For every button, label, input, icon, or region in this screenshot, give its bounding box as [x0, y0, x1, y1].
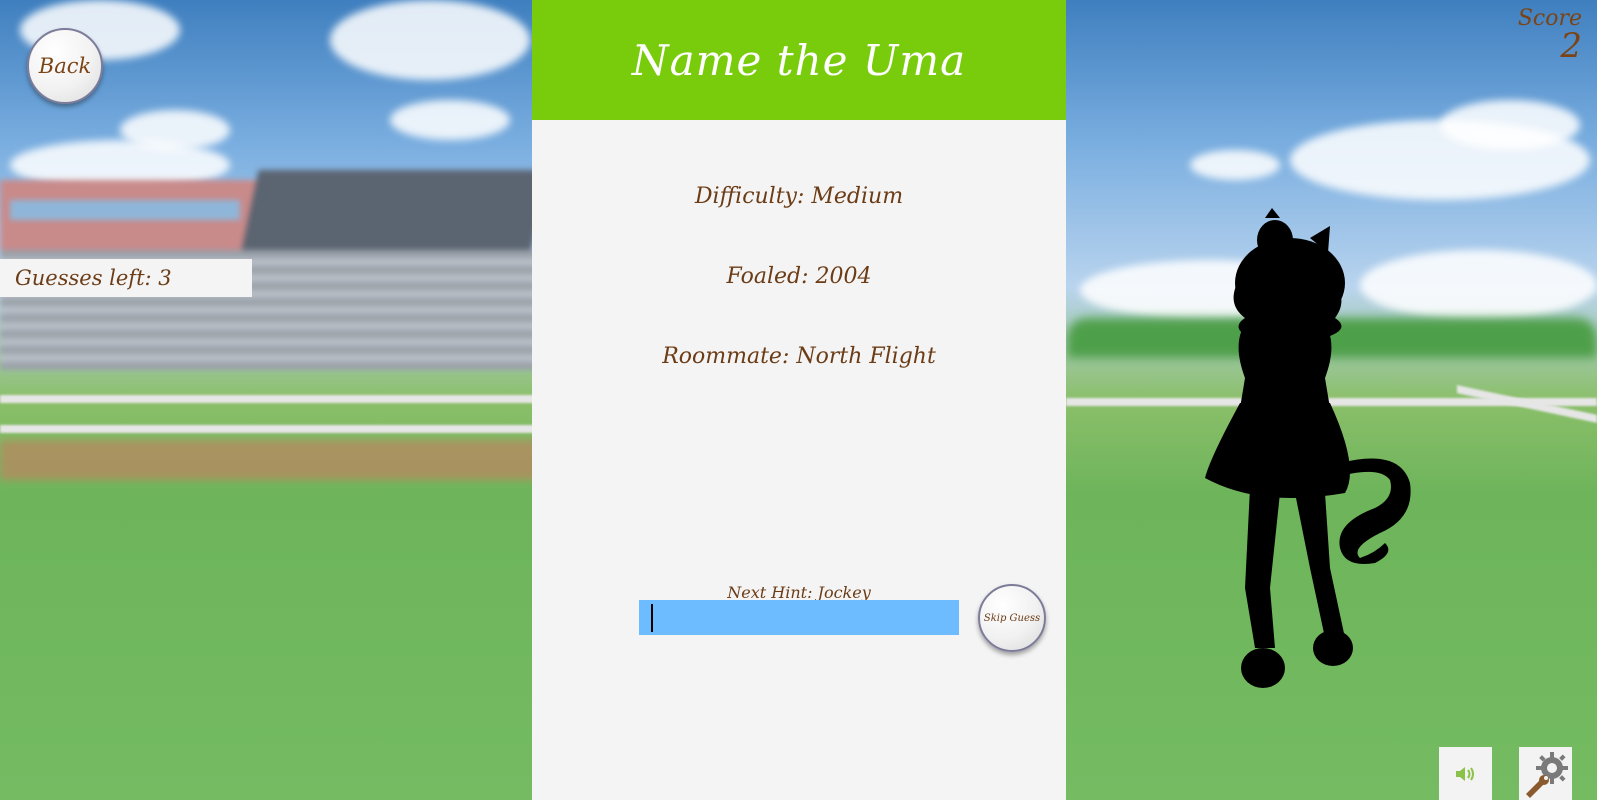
skip-guess-label: Skip Guess	[983, 612, 1041, 624]
quiz-panel: Name the Uma Difficulty: Medium Foaled: …	[532, 0, 1066, 800]
character-silhouette	[1205, 208, 1411, 688]
sound-toggle-button[interactable]	[1439, 747, 1492, 800]
panel-header: Name the Uma	[532, 0, 1066, 120]
hint-difficulty: Difficulty: Medium	[694, 184, 904, 209]
text-caret	[651, 604, 653, 632]
back-button-label: Back	[38, 54, 92, 78]
hint-foaled: Foaled: 2004	[726, 264, 872, 289]
guess-input[interactable]	[639, 600, 959, 635]
guesses-left-panel: Guesses left: 3	[0, 259, 252, 297]
back-button[interactable]: Back	[27, 28, 103, 104]
hint-roommate: Roommate: North Flight	[662, 344, 936, 369]
settings-button[interactable]	[1519, 747, 1572, 800]
page-title: Name the Uma	[631, 35, 967, 85]
speaker-icon	[1455, 766, 1474, 781]
guesses-left-text: Guesses left: 3	[15, 266, 172, 290]
score-value: 2	[1560, 26, 1582, 66]
gear-wrench-icon	[1525, 751, 1568, 798]
skip-guess-button[interactable]: Skip Guess	[978, 584, 1046, 652]
